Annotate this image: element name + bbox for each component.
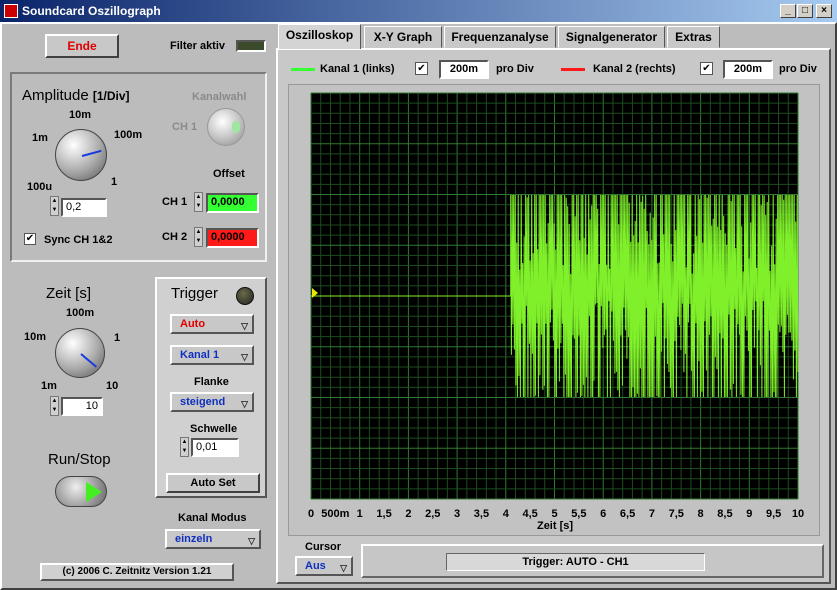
- x-tick-label: 0: [308, 508, 314, 520]
- cursor-label: Cursor: [305, 541, 342, 553]
- x-tick-label: 5: [551, 508, 557, 520]
- x-tick-label: 10: [792, 508, 804, 520]
- x-tick-label: 1,5: [376, 508, 391, 520]
- x-tick-label: 2,5: [425, 508, 440, 520]
- x-tick-label: 9,5: [766, 508, 781, 520]
- x-tick-label: 1: [357, 508, 363, 520]
- x-tick-label: 2: [405, 508, 411, 520]
- x-tick-label: 9: [746, 508, 752, 520]
- x-axis-label: Zeit [s]: [537, 520, 573, 532]
- x-tick-label: 7: [649, 508, 655, 520]
- oscilloscope-chart: 0 500m 1 1,5 2 2,5 3 3,5 4 4,5 5 5,5 6 6,5 7 7,5 8 8,5 9 9,…: [308, 92, 804, 532]
- x-tick-label: 4: [503, 508, 510, 520]
- cursor-select[interactable]: Aus ▽: [295, 556, 353, 576]
- x-tick-label: 7,5: [669, 508, 684, 520]
- x-tick-label: 500m: [321, 508, 349, 520]
- x-tick-labels: 0 500m 1 1,5 2 2,5 3 3,5 4 4,5 5 5,5 6 6,5 7 7,5 8 8,5 9 9,…: [308, 508, 804, 520]
- x-tick-label: 8: [698, 508, 704, 520]
- x-tick-label: 6,5: [620, 508, 635, 520]
- x-tick-label: 6: [600, 508, 606, 520]
- trigger-status: Trigger: AUTO - CH1: [446, 553, 705, 571]
- chevron-down-icon: ▽: [340, 563, 347, 573]
- x-tick-label: 3,5: [474, 508, 489, 520]
- x-tick-label: 8,5: [717, 508, 732, 520]
- x-tick-label: 4,5: [523, 508, 538, 520]
- x-tick-label: 3: [454, 508, 460, 520]
- x-tick-label: 5,5: [571, 508, 586, 520]
